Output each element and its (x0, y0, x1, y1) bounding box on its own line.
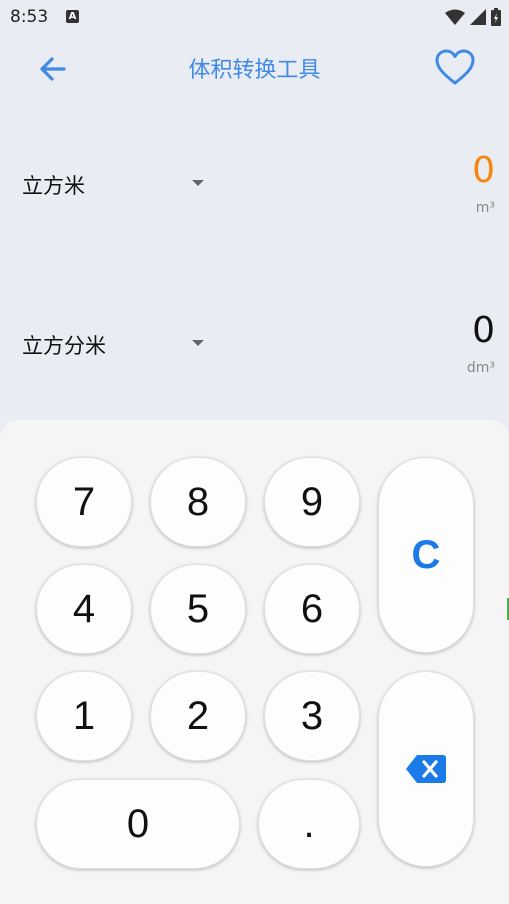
page-title: 体积转换工具 (188, 58, 321, 83)
dropdown-icon[interactable] (192, 180, 204, 186)
key-1[interactable]: 1 (36, 671, 132, 761)
key-4[interactable]: 4 (36, 564, 132, 654)
to-value[interactable]: 0 (472, 310, 495, 351)
key-9[interactable]: 9 (264, 457, 360, 547)
to-unit-row: 立方分米 0 dm³ (0, 310, 509, 410)
key-6[interactable]: 6 (264, 564, 360, 654)
backspace-icon (406, 755, 446, 783)
from-unit-name[interactable]: 立方米 (22, 170, 85, 200)
key-3[interactable]: 3 (264, 671, 360, 761)
key-2[interactable]: 2 (150, 671, 246, 761)
keypad: 7 8 9 C 4 5 6 1 2 3 0 . (0, 420, 509, 904)
signal-icon (470, 9, 486, 25)
key-8[interactable]: 8 (150, 457, 246, 547)
battery-icon (491, 8, 501, 26)
from-unit-symbol: m³ (475, 200, 495, 216)
key-0[interactable]: 0 (36, 779, 240, 869)
key-decimal[interactable]: . (258, 779, 360, 869)
status-time: 8:53 (10, 7, 49, 27)
heart-outline-icon (435, 49, 475, 85)
from-unit-row: 立方米 0 m³ (0, 150, 509, 250)
notification-icon: A (66, 10, 79, 23)
dropdown-icon[interactable] (192, 340, 204, 346)
wifi-icon (445, 9, 465, 25)
to-unit-name[interactable]: 立方分米 (22, 330, 106, 360)
backspace-button[interactable] (378, 671, 474, 867)
key-7[interactable]: 7 (36, 457, 132, 547)
clear-button[interactable]: C (378, 457, 474, 653)
app-bar: 体积转换工具 (0, 34, 509, 100)
status-icons (445, 8, 501, 26)
to-unit-symbol: dm³ (466, 360, 495, 376)
from-value[interactable]: 0 (472, 150, 495, 191)
status-bar: 8:53 A (0, 0, 509, 34)
favorite-button[interactable] (434, 48, 476, 88)
key-5[interactable]: 5 (150, 564, 246, 654)
